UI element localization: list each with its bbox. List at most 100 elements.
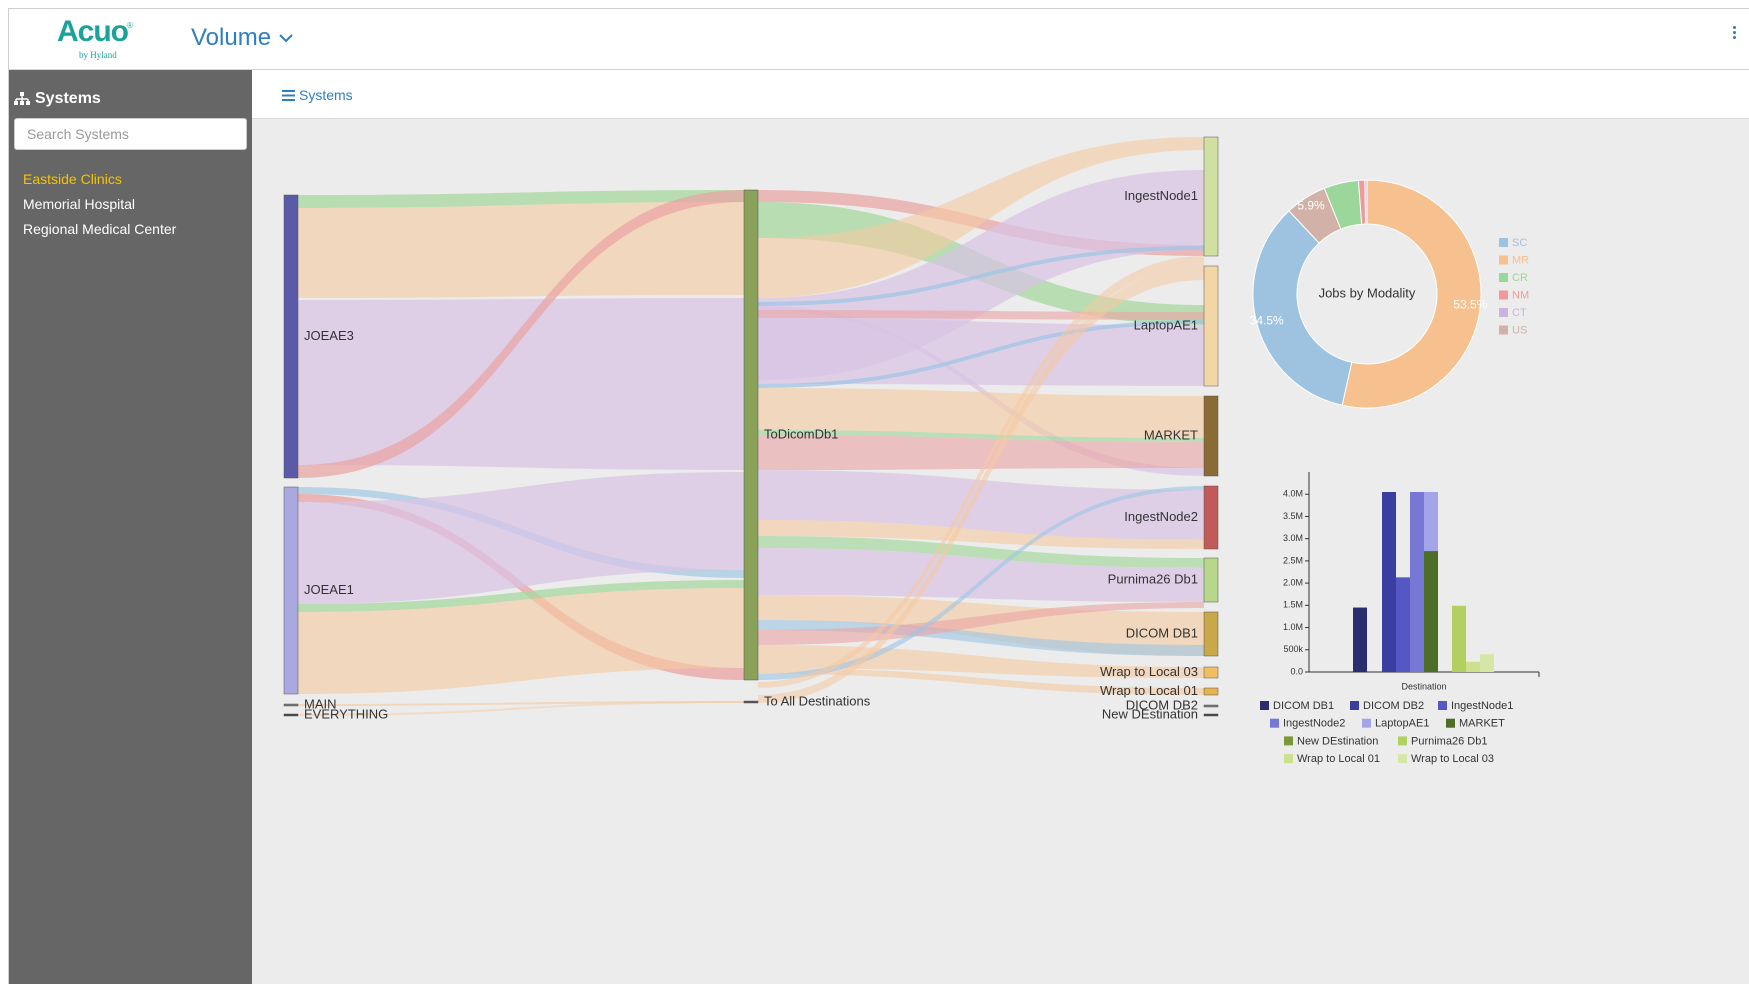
sankey-label-todicomdb1: ToDicomDb1 [764, 426, 838, 441]
sankey-node-purnima26-db1[interactable] [1203, 557, 1219, 603]
bar-legend-label-ingestnode2[interactable]: IngestNode2 [1283, 718, 1345, 730]
sankey-label-joeae3: JOEAE3 [304, 328, 354, 343]
donut-percent-label: 5.9% [1297, 199, 1325, 213]
donut-percent-label: 34.5% [1250, 314, 1284, 328]
donut-percent-label: 53.5% [1453, 298, 1487, 312]
bar-legend-label-wrap-to-local-01[interactable]: Wrap to Local 01 [1297, 753, 1380, 765]
bar-legend-label-wrap-to-local-03[interactable]: Wrap to Local 03 [1411, 753, 1494, 765]
bar-ingestnode2[interactable] [1410, 492, 1424, 672]
volume-visualization: JOEAE3JOEAE1MAINEVERYTHINGToDicomDb1To A… [283, 136, 1540, 765]
legend-label-sc[interactable]: SC [1512, 237, 1527, 249]
bar-legend-swatch-market [1446, 718, 1455, 728]
chevron-down-icon [279, 34, 293, 43]
logo-text: Acuo [57, 15, 129, 48]
sankey-node-ingestnode2[interactable] [1203, 485, 1219, 550]
sankey-label-laptopae1: LaptopAE1 [1134, 317, 1198, 332]
legend-swatch-ct [1499, 308, 1508, 317]
legend-swatch-us [1499, 325, 1508, 335]
sankey-label-wrap-to-local-01: Wrap to Local 01 [1100, 683, 1198, 698]
sankey-label-joeae1: JOEAE1 [304, 582, 354, 597]
bar-dicom-db1[interactable] [1353, 607, 1367, 672]
sankey-label-to-all-destinations: To All Destinations [764, 693, 871, 708]
legend-label-mr[interactable]: MR [1512, 254, 1529, 266]
bar-legend-label-dicom-db1[interactable]: DICOM DB1 [1273, 700, 1334, 712]
y-tick-label: 3.5M [1283, 511, 1303, 521]
bar-legend-swatch-laptopae1 [1362, 718, 1371, 728]
legend-label-us[interactable]: US [1512, 324, 1527, 336]
sankey-node-laptopae1[interactable] [1203, 265, 1219, 387]
y-tick-label: 0.0 [1290, 666, 1303, 676]
sankey-node-ingestnode1[interactable] [1203, 136, 1219, 257]
sankey-link[interactable] [298, 202, 744, 298]
bar-dicom-db2[interactable] [1382, 492, 1396, 672]
sidebar-title: Systems [14, 90, 101, 108]
y-tick-label: 500k [1283, 644, 1303, 654]
sankey-node-dicom-db1[interactable] [1203, 611, 1219, 657]
sankey-link[interactable] [298, 298, 744, 470]
legend-swatch-sc [1499, 238, 1508, 247]
y-tick-label: 1.5M [1283, 600, 1303, 610]
systems-list: Eastside Clinics Memorial Hospital Regio… [23, 170, 176, 245]
sankey-node-wrap-to-local-03[interactable] [1203, 666, 1219, 679]
more-options-icon[interactable] [1731, 26, 1737, 44]
sankey-label-everything: EVERYTHING [304, 706, 388, 721]
donut-title: Jobs by Modality [1319, 285, 1416, 300]
bar-legend-swatch-ingestnode2 [1270, 718, 1279, 728]
bar-legend-label-purnima26-db1[interactable]: Purnima26 Db1 [1411, 735, 1487, 747]
bar-wrap-to-local-03[interactable] [1480, 654, 1494, 672]
sidebar-item-eastside-clinics[interactable]: Eastside Clinics [23, 170, 176, 195]
sankey-label-ingestnode1: IngestNode1 [1124, 188, 1198, 203]
app-window: Acuo ® by Hyland Volume Systems Eastside… [8, 8, 1749, 984]
bar-legend-swatch-new-destination [1284, 736, 1293, 746]
sankey-node-main[interactable] [283, 703, 299, 707]
sidebar-item-memorial-hospital[interactable]: Memorial Hospital [23, 195, 176, 220]
bar-legend-label-laptopae1[interactable]: LaptopAE1 [1375, 718, 1429, 730]
legend-swatch-nm [1499, 290, 1508, 300]
bar-purnima26-db1[interactable] [1452, 605, 1466, 672]
legend-label-ct[interactable]: CT [1512, 307, 1527, 319]
sankey-node-new-destination[interactable] [1203, 713, 1219, 717]
view-selector-dropdown[interactable]: Volume [191, 21, 293, 55]
acuo-logo[interactable]: Acuo ® by Hyland [57, 15, 137, 61]
bar-legend-label-market[interactable]: MARKET [1459, 718, 1505, 730]
view-selector-label: Volume [191, 24, 272, 51]
sankey-node-dicom-db2[interactable] [1203, 704, 1219, 708]
bar-wrap-to-local-01[interactable] [1466, 661, 1480, 672]
sankey-node-everything[interactable] [283, 713, 299, 717]
sidebar-item-regional-medical-center[interactable]: Regional Medical Center [23, 220, 176, 245]
sankey-node-joeae1[interactable] [283, 486, 299, 695]
top-bar: Acuo ® by Hyland Volume [9, 9, 1749, 70]
sankey-node-wrap-to-local-01[interactable] [1203, 687, 1219, 696]
y-tick-label: 1.0M [1283, 622, 1303, 632]
sankey-label-purnima26-db1: Purnima26 Db1 [1108, 571, 1198, 586]
sankey-label-market: MARKET [1144, 427, 1198, 442]
bar-legend-label-dicom-db2[interactable]: DICOM DB2 [1363, 700, 1424, 712]
y-tick-label: 3.0M [1283, 533, 1303, 543]
sankey-node-to-all-destinations[interactable] [743, 700, 759, 704]
sankey-node-joeae3[interactable] [283, 194, 299, 479]
jobs-by-modality-donut: 53.5% 34.5% 5.9% Jobs by Modality SC MR CR NM CT… [1250, 179, 1529, 409]
sidebar: Systems Eastside Clinics Memorial Hospit… [9, 70, 252, 984]
donut-slice-sc[interactable] [1252, 210, 1353, 406]
bar-legend-swatch-purnima26-db1 [1398, 736, 1407, 746]
sankey-label-dicom-db1: DICOM DB1 [1126, 625, 1198, 640]
y-tick-label: 4.0M [1283, 489, 1303, 499]
bar-legend-swatch-dicom-db1 [1260, 701, 1269, 710]
sidebar-title-label: Systems [35, 90, 101, 107]
bar-legend-label-ingestnode1[interactable]: IngestNode1 [1451, 700, 1513, 712]
bar-legend-label-new-destination[interactable]: New DEstination [1297, 735, 1378, 747]
x-axis-label: Destination [1401, 681, 1446, 691]
bar-market[interactable] [1424, 551, 1438, 672]
main-content: Systems JOEAE3 JOEAE1 MAIN EVERYTHING ToDico… [252, 70, 1749, 984]
bar-ingestnode1[interactable] [1396, 577, 1410, 672]
search-systems-input[interactable] [14, 118, 247, 150]
bar-legend-swatch-wrap-to-local-01 [1284, 754, 1293, 764]
sankey-node-market[interactable] [1203, 395, 1219, 477]
sankey-node-todicomdb1[interactable] [743, 189, 759, 681]
sankey-label-new-destination: New DEstination [1102, 706, 1198, 721]
logo-subtitle: by Hyland [79, 50, 117, 60]
donut-slice-ct[interactable] [1364, 179, 1368, 225]
legend-label-cr[interactable]: CR [1512, 272, 1528, 284]
legend-label-nm[interactable]: NM [1512, 289, 1529, 301]
y-tick-label: 2.0M [1283, 577, 1303, 587]
